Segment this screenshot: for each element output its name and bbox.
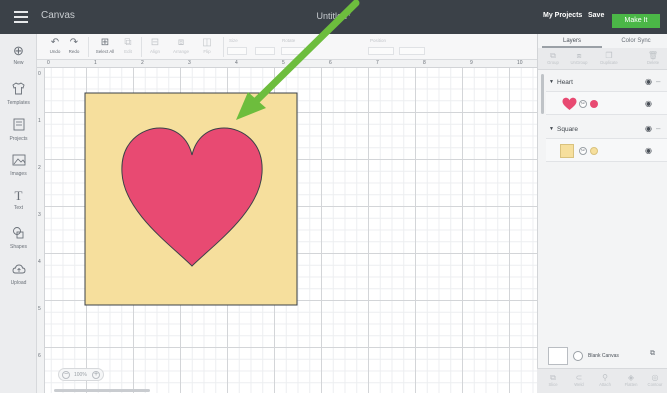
group-button[interactable]: ⧉ Group <box>540 51 566 65</box>
duplicate-label: Duplicate <box>600 60 618 65</box>
slice-icon: ⧉ <box>550 373 556 382</box>
slice-label: Slice <box>548 382 558 387</box>
ungroup-button[interactable]: ⧈ UnGroup <box>566 51 592 65</box>
delete-button[interactable]: 🗑 Delete <box>640 51 666 65</box>
contour-button[interactable]: ◎ Contour <box>643 373 667 387</box>
contour-icon: ◎ <box>651 373 659 382</box>
duplicate-icon: ❐ <box>605 51 613 60</box>
trash-icon: 🗑 <box>647 51 659 60</box>
blank-canvas-label: Blank Canvas <box>588 353 619 359</box>
layer-group-heart[interactable]: ▼ Heart ◉ – <box>546 76 667 89</box>
more-icon[interactable]: – <box>656 124 660 133</box>
group-label: Group <box>547 60 559 65</box>
delete-label: Delete <box>646 60 660 65</box>
tab-color-sync[interactable]: Color Sync <box>606 34 666 48</box>
layer-row-square[interactable]: ✂ ◉ <box>546 138 667 162</box>
annotation-arrow-shaft <box>248 0 360 109</box>
panel-scrollbar[interactable] <box>541 74 544 114</box>
group-icon: ⧉ <box>550 51 556 60</box>
cut-operation-icon[interactable]: ✂ <box>579 147 587 155</box>
eye-icon[interactable]: ◉ <box>645 77 652 86</box>
weld-icon: ⊂ <box>575 373 583 382</box>
zoom-control: − 100% + <box>58 368 104 381</box>
layer-color-swatch[interactable] <box>590 147 598 155</box>
zoom-in-button[interactable]: + <box>92 371 100 379</box>
cut-operation-icon[interactable]: ✂ <box>579 100 587 108</box>
eye-icon[interactable]: ◉ <box>645 99 652 108</box>
attach-button[interactable]: ⚲ Attach <box>593 373 617 387</box>
slice-button[interactable]: ⧉ Slice <box>541 373 565 387</box>
flatten-label: Flatten <box>624 382 638 387</box>
canvas-settings-icon[interactable]: ⧉ <box>650 350 655 358</box>
flatten-button[interactable]: ◈ Flatten <box>619 373 643 387</box>
contour-label: Contour <box>647 382 663 387</box>
attach-icon: ⚲ <box>602 373 608 382</box>
layer-row-heart[interactable]: ✂ ◉ <box>546 91 667 115</box>
layer-color-swatch[interactable] <box>590 100 598 108</box>
chevron-down-icon[interactable]: ▼ <box>549 126 554 132</box>
blank-canvas-toggle[interactable] <box>573 351 583 361</box>
layer-tools: ⧉ Group ⧈ UnGroup ❐ Duplicate 🗑 Delete <box>538 48 667 70</box>
more-icon[interactable]: – <box>656 77 660 86</box>
layer-group-square[interactable]: ▼ Square ◉ – <box>546 123 667 136</box>
ungroup-label: UnGroup <box>570 60 588 65</box>
weld-button[interactable]: ⊂ Weld <box>567 373 591 387</box>
blank-canvas-swatch[interactable] <box>548 347 568 365</box>
attach-label: Attach <box>599 382 611 387</box>
horizontal-scrollbar[interactable] <box>54 389 150 392</box>
panel-bottom-tools: ⧉ Slice ⊂ Weld ⚲ Attach ◈ Flatten ◎ Contour <box>537 368 667 393</box>
flatten-icon: ◈ <box>627 373 635 382</box>
square-icon <box>560 144 574 158</box>
ungroup-icon: ⧈ <box>576 51 582 60</box>
eye-icon[interactable]: ◉ <box>645 124 652 133</box>
chevron-down-icon[interactable]: ▼ <box>549 79 554 85</box>
heart-icon <box>562 97 577 110</box>
layers-panel: Layers Color Sync ⧉ Group ⧈ UnGroup ❐ Dupli… <box>537 34 667 393</box>
tab-layers[interactable]: Layers <box>542 34 602 48</box>
zoom-level: 100% <box>74 372 87 378</box>
zoom-out-button[interactable]: − <box>62 371 70 379</box>
layer-group-name: Heart <box>557 79 573 86</box>
duplicate-button[interactable]: ❐ Duplicate <box>596 51 622 65</box>
layer-group-name: Square <box>557 126 578 133</box>
eye-icon[interactable]: ◉ <box>645 146 652 155</box>
weld-label: Weld <box>574 382 584 387</box>
